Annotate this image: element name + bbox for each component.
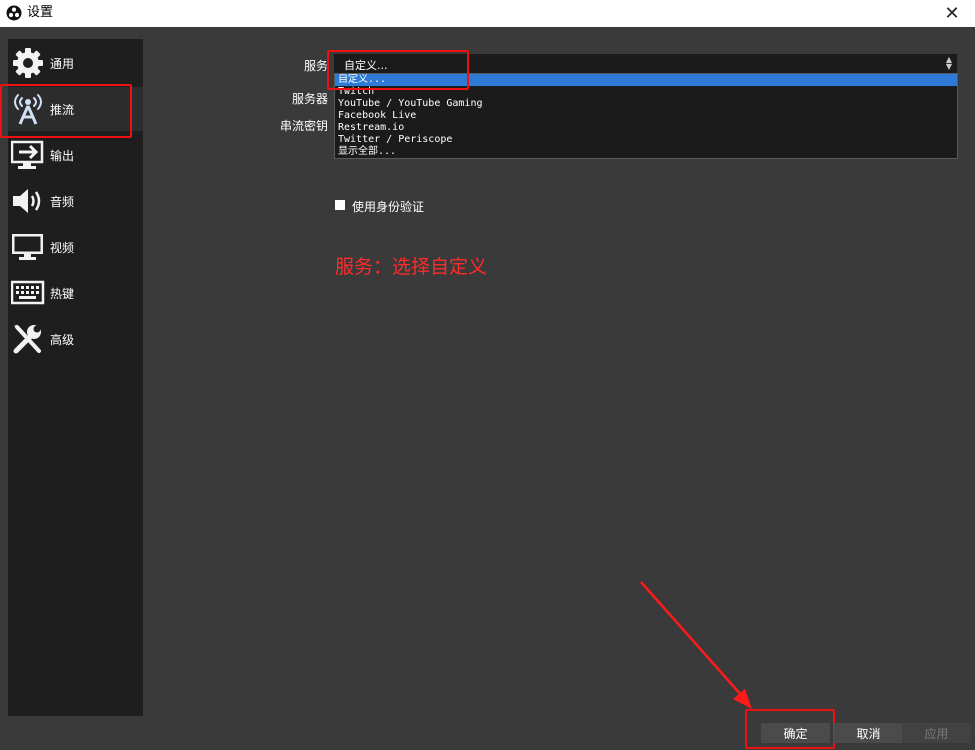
sidebar-item-label: 视频 — [50, 240, 75, 255]
sidebar-item-label: 热键 — [50, 286, 75, 301]
sidebar-item-advanced[interactable]: 高级 — [8, 317, 143, 361]
dropdown-option-youtube[interactable]: YouTube / YouTube Gaming — [335, 98, 957, 110]
tools-icon — [11, 322, 45, 356]
obs-logo-icon — [6, 5, 22, 21]
server-label: 服务器 — [292, 92, 329, 106]
close-icon[interactable]: ✕ — [929, 0, 975, 27]
speaker-icon — [11, 184, 45, 218]
select-updown-icon: ▲ ▼ — [945, 55, 952, 71]
output-monitor-icon — [11, 138, 45, 172]
sidebar-item-hotkeys[interactable]: 热键 — [8, 271, 143, 315]
dropdown-option-twitter[interactable]: Twitter / Periscope — [335, 134, 957, 146]
sidebar-item-audio[interactable]: 音频 — [8, 179, 143, 223]
sidebar-item-video[interactable]: 视频 — [8, 225, 143, 269]
dropdown-option-restream[interactable]: Restream.io — [335, 122, 957, 134]
keyboard-icon — [11, 276, 45, 310]
settings-sidebar: 通用 推流 输出 音频 视频 热键 高级 — [8, 39, 143, 716]
ok-button[interactable]: 确定 — [761, 723, 830, 743]
sidebar-item-output[interactable]: 输出 — [8, 133, 143, 177]
dropdown-option-facebook[interactable]: Facebook Live — [335, 110, 957, 122]
dropdown-option-show-all[interactable]: 显示全部... — [335, 146, 957, 158]
sidebar-item-label: 高级 — [50, 332, 75, 347]
apply-button[interactable]: 应用 — [902, 723, 971, 743]
highlight-box-service — [327, 50, 469, 90]
highlight-box-stream-tab — [0, 84, 132, 138]
gear-icon — [11, 46, 45, 80]
cancel-button[interactable]: 取消 — [834, 723, 903, 743]
auth-checkbox-label: 使用身份验证 — [352, 200, 425, 214]
stream-key-label: 串流密钥 — [280, 119, 329, 133]
sidebar-item-general[interactable]: 通用 — [8, 41, 143, 85]
monitor-icon — [11, 230, 45, 264]
annotation-text: 服务：选择自定义 — [335, 256, 488, 278]
sidebar-item-label: 通用 — [50, 56, 75, 71]
window-title: 设置 — [27, 5, 54, 20]
sidebar-item-label: 输出 — [50, 148, 75, 163]
sidebar-item-label: 音频 — [50, 194, 75, 209]
service-label: 服务 — [304, 59, 329, 73]
title-bar: 设置 ✕ — [0, 0, 975, 27]
auth-checkbox[interactable] — [335, 200, 345, 210]
